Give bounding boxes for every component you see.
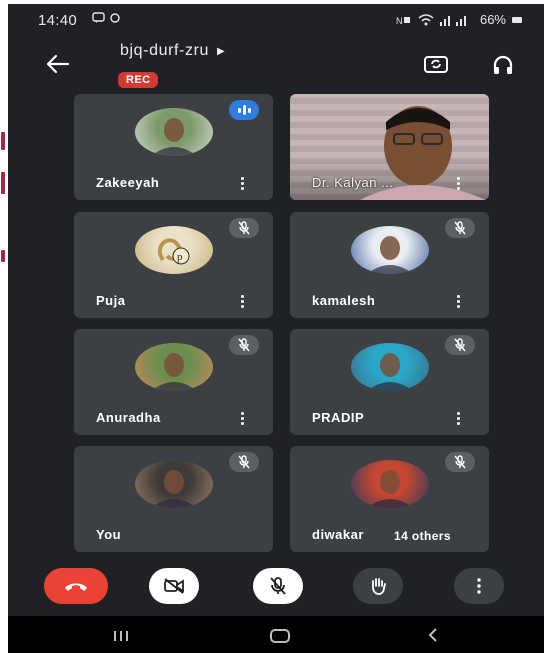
audio-output-button[interactable] [492,54,514,76]
participant-name: You [96,527,122,542]
raise-hand-button[interactable] [353,568,403,604]
battery-percent: 66% [479,12,506,27]
tile-more-options-icon[interactable] [457,412,461,425]
battery-icon [512,16,522,23]
left-edge-strip [0,0,8,653]
more-options-button[interactable] [454,568,504,604]
status-time: 14:40 [38,12,78,29]
call-header: bjq-durf-zru ▶ REC [8,34,544,94]
more-vert-icon [477,578,481,594]
participant-tile[interactable]: PRADIP [290,329,489,435]
tile-more-options-icon[interactable] [241,412,245,425]
camera-off-icon [164,578,184,594]
back-arrow-icon [46,54,70,74]
sync-icon [110,13,120,23]
signal-icon [439,15,466,26]
participant-tile[interactable]: Dr. Kalyan ... [290,94,489,200]
camera-toggle-button[interactable] [149,568,199,604]
mic-muted-icon [445,452,475,472]
participant-name: PRADIP [312,410,365,425]
edge-mark [1,172,5,194]
participant-avatar [134,343,213,391]
android-nav-bar [8,616,544,653]
tile-more-options-icon[interactable] [241,295,245,308]
participant-tile[interactable]: Zakeeyah [74,94,273,200]
back-button[interactable] [44,52,72,76]
participant-name: Anuradha [96,410,161,425]
switch-camera-icon [424,56,448,73]
status-bar: 14:40 N 66% [8,4,544,34]
mic-muted-icon [229,452,259,472]
svg-text:N: N [396,16,403,25]
end-call-button[interactable] [44,568,108,604]
participant-tile[interactable]: kamalesh [290,212,489,318]
wifi-icon [418,13,434,25]
participant-name: Dr. Kalyan ... [312,175,394,190]
phone-hangup-icon [65,583,87,591]
tile-more-options-icon[interactable] [457,295,461,308]
edge-mark [1,250,5,262]
meet-call-screen: 14:40 N 66% bjq-durf-zru ▶ REC Zakeeyah … [8,4,544,653]
edge-mark [1,132,5,150]
switch-camera-button[interactable] [424,54,448,74]
home-icon[interactable] [270,629,290,643]
others-chip[interactable]: 14 others [380,525,465,547]
status-notification-icons [92,12,121,24]
message-icon [92,12,105,23]
caret-right-icon: ▶ [217,45,226,57]
speaking-indicator-icon [229,100,259,120]
mic-toggle-button[interactable] [253,568,303,604]
participant-avatar [134,108,213,156]
tile-more-options-icon[interactable] [241,177,245,190]
status-system-icons: N 66% [396,12,522,27]
participant-tile[interactable]: p Puja [74,212,273,318]
participant-avatar [350,226,429,274]
participant-name: Puja [96,293,126,308]
mic-muted-icon [445,335,475,355]
participant-name: diwakar [312,527,364,542]
recent-apps-icon[interactable] [114,631,132,641]
mic-muted-icon [229,335,259,355]
volte-icon: N [396,16,410,25]
nav-back-icon[interactable] [426,627,440,643]
recording-badge: REC [118,72,159,88]
tile-more-options-icon[interactable] [457,177,461,190]
meeting-title[interactable]: bjq-durf-zru ▶ [120,42,225,60]
participant-avatar: p [134,226,213,274]
meeting-code: bjq-durf-zru [120,42,210,59]
participant-avatar [350,460,429,508]
participant-name: kamalesh [312,293,376,308]
participant-avatar [134,460,213,508]
participant-avatar [350,343,429,391]
mic-muted-icon [229,218,259,238]
mic-muted-icon [445,218,475,238]
raise-hand-icon [372,578,386,595]
call-controls [8,568,544,616]
headphones-icon [493,55,513,74]
participant-tile[interactable]: Anuradha [74,329,273,435]
participant-name: Zakeeyah [96,175,160,190]
mic-off-icon [270,577,286,595]
participant-tile[interactable]: You [74,446,273,552]
svg-text:p: p [177,251,183,263]
